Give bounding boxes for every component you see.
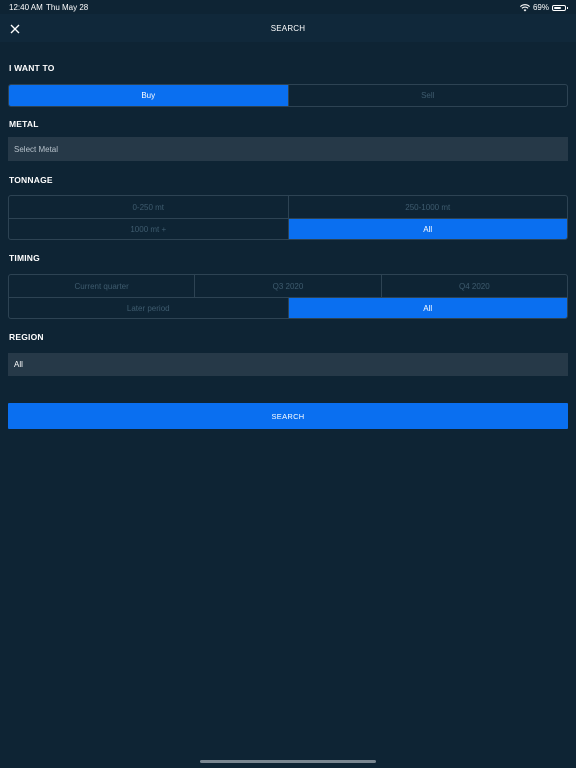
region-select[interactable]: All	[8, 353, 568, 376]
status-right: 69%	[520, 3, 568, 12]
intent-option-sell[interactable]: Sell	[287, 85, 568, 106]
metal-select[interactable]: Select Metal	[8, 137, 568, 161]
battery-icon	[552, 4, 568, 11]
timing-row-2: Later period All	[9, 297, 567, 318]
battery-fill	[554, 6, 561, 9]
tonnage-option-0-250[interactable]: 0-250 mt	[9, 196, 288, 218]
tonnage-row-1: 0-250 mt 250-1000 mt	[9, 196, 567, 218]
search-screen: 12:40 AM Thu May 28 69% SEARCH I WANT TO…	[0, 0, 576, 768]
header: SEARCH	[0, 14, 576, 42]
timing-row-1: Current quarter Q3 2020 Q4 2020	[9, 275, 567, 297]
search-button[interactable]: SEARCH	[8, 403, 568, 429]
timing-option-current-quarter[interactable]: Current quarter	[9, 275, 194, 297]
home-indicator	[200, 760, 376, 763]
battery-percent: 69%	[532, 3, 549, 12]
timing-segmented-control: Current quarter Q3 2020 Q4 2020 Later pe…	[8, 274, 568, 319]
metal-label: METAL	[9, 119, 39, 129]
tonnage-segmented-control: 0-250 mt 250-1000 mt 1000 mt + All	[8, 195, 568, 240]
intent-label: I WANT TO	[9, 63, 55, 73]
tonnage-option-all[interactable]: All	[287, 219, 567, 239]
timing-option-q4-2020[interactable]: Q4 2020	[380, 275, 567, 297]
status-bar: 12:40 AM Thu May 28 69%	[0, 0, 576, 14]
timing-option-q3-2020[interactable]: Q3 2020	[194, 275, 380, 297]
tonnage-row-2: 1000 mt + All	[9, 218, 567, 239]
intent-row: Buy Sell	[9, 85, 567, 106]
timing-option-later-period[interactable]: Later period	[9, 298, 288, 318]
wifi-icon	[520, 3, 530, 12]
tonnage-option-250-1000[interactable]: 250-1000 mt	[287, 196, 568, 218]
intent-option-buy[interactable]: Buy	[9, 85, 288, 106]
tonnage-option-1000-plus[interactable]: 1000 mt +	[9, 219, 288, 239]
page-title: SEARCH	[270, 24, 306, 33]
status-date: Thu May 28	[46, 3, 89, 12]
status-time: 12:40 AM	[9, 3, 43, 12]
intent-segmented-control: Buy Sell	[8, 84, 568, 107]
timing-option-all[interactable]: All	[287, 298, 567, 318]
tonnage-label: TONNAGE	[9, 175, 53, 185]
region-label: REGION	[9, 332, 44, 342]
timing-label: TIMING	[9, 253, 40, 263]
